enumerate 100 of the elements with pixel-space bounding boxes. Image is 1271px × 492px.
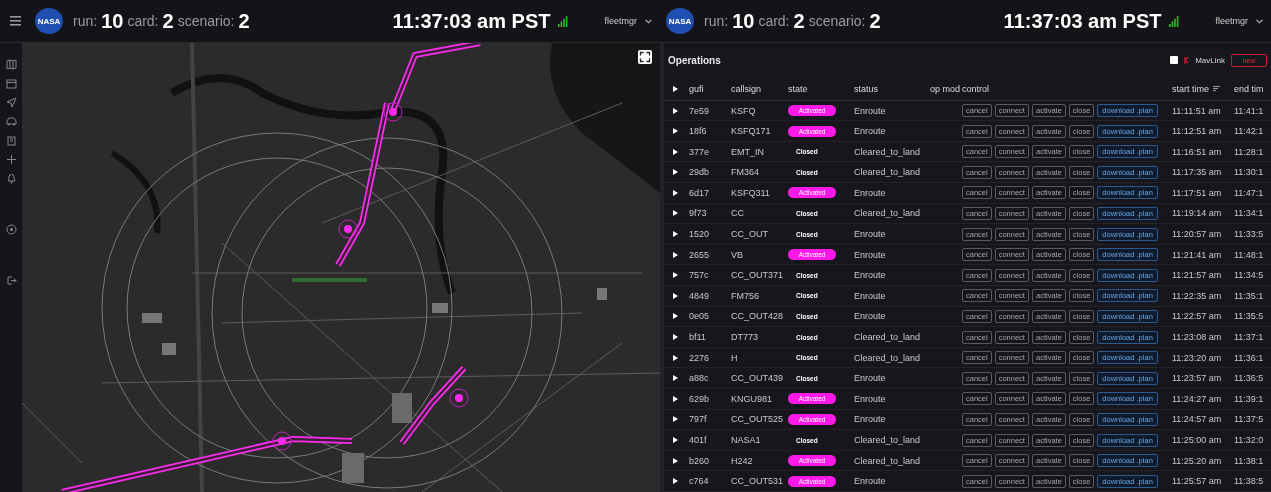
expand-icon[interactable]: [673, 189, 678, 196]
menu-icon[interactable]: [10, 16, 21, 26]
header-value: 10: [732, 9, 755, 33]
table-cell-text: 11:23:08 am: [1172, 332, 1223, 343]
caret-icon[interactable]: [1256, 18, 1263, 24]
header-value: 2: [793, 9, 805, 33]
expand-icon[interactable]: [673, 334, 678, 341]
table-cell-text: 797f: [689, 414, 708, 425]
expand-icon[interactable]: [673, 292, 678, 299]
logout-icon[interactable]: [5, 275, 17, 286]
sort-icon[interactable]: [1213, 86, 1220, 92]
column-header[interactable]: start time: [1172, 83, 1209, 94]
expand-icon[interactable]: [673, 231, 678, 238]
logo: NASA: [35, 8, 63, 34]
table-cell-text: Enroute: [854, 229, 887, 240]
table-cell-text: CC_OUT531: [731, 476, 785, 487]
table-cell-text: KSFQ: [731, 105, 757, 116]
column-header[interactable]: control: [962, 83, 1172, 94]
expand-icon[interactable]: [673, 148, 678, 155]
table-cell-text: 11:20:57 am: [1172, 229, 1223, 240]
table-cell-text: 11:21:41 am: [1172, 249, 1223, 260]
move-icon[interactable]: [5, 154, 17, 165]
table-cell-text: 11:36:1: [1234, 352, 1265, 363]
table-cell-text: CC_OUT371: [731, 270, 785, 281]
calendar-icon[interactable]: [5, 78, 17, 89]
expand-icon[interactable]: [673, 354, 678, 361]
table-cell-text: FM756: [731, 290, 760, 301]
table-cell-text: 11:28:1: [1234, 146, 1265, 157]
table-cell-text: DT773: [731, 332, 759, 343]
expand-icon[interactable]: [673, 416, 678, 423]
clock: 11:37:03 am PST: [392, 9, 551, 33]
expand-icon[interactable]: [673, 272, 678, 279]
caret-icon[interactable]: [645, 18, 652, 24]
table-cell-text: 377e: [689, 146, 711, 157]
expand-all-icon[interactable]: [673, 85, 678, 92]
column-header[interactable]: op mod: [929, 83, 960, 94]
table-cell-text: Cleared_to_land: [854, 352, 922, 363]
table-cell-text: Enroute: [854, 249, 887, 260]
header-label: scenario:: [177, 13, 235, 29]
expand-icon[interactable]: [673, 313, 678, 320]
expand-icon[interactable]: [673, 107, 678, 114]
bell-icon[interactable]: [5, 173, 17, 184]
table-cell-text: 11:12:51 am: [1172, 126, 1223, 137]
table-cell-text: KSFQ171: [731, 126, 772, 137]
header-value: 10: [101, 9, 124, 33]
expand-icon[interactable]: [673, 210, 678, 217]
table-cell-text: CC_OUT428: [731, 311, 785, 322]
map-drawing[interactable]: [22, 43, 660, 492]
table-cell-text: 11:41:1: [1234, 105, 1265, 116]
fullscreen-icon[interactable]: [638, 50, 652, 64]
signal-icon: [1169, 15, 1180, 27]
expand-icon[interactable]: [673, 128, 678, 135]
expand-icon[interactable]: [673, 251, 678, 258]
column-header[interactable]: callsign: [731, 83, 788, 94]
target-icon[interactable]: [5, 224, 17, 235]
table-cell-text: 11:19:14 am: [1172, 208, 1223, 219]
table-cell-text: 1520: [689, 229, 711, 240]
mavlink-checkbox[interactable]: [1170, 56, 1179, 65]
expand-icon[interactable]: [673, 395, 678, 402]
clock: 11:37:03 am PST: [1003, 9, 1162, 33]
expand-icon[interactable]: [673, 169, 678, 176]
table-cell-text: 11:25:00 am: [1172, 435, 1223, 445]
table-cell-text: 7e59: [689, 105, 711, 116]
table-cell-text: 11:17:35 am: [1172, 167, 1223, 178]
table-cell-text: 11:42:1: [1234, 126, 1265, 137]
table-cell-text: Cleared_to_land: [854, 208, 922, 219]
car-icon[interactable]: [5, 116, 17, 127]
user-menu[interactable]: fleetmgr: [1215, 16, 1248, 26]
expand-icon[interactable]: [673, 457, 678, 464]
expand-icon[interactable]: [673, 375, 678, 382]
table-cell-text: 2655: [689, 249, 711, 260]
table-cell-text: NASA1: [731, 435, 762, 445]
column-header[interactable]: state: [788, 83, 854, 94]
table-cell-text: H: [731, 352, 739, 363]
table-cell-text: Enroute: [854, 373, 887, 384]
table-cell-text: Cleared_to_land: [854, 167, 922, 178]
table-cell-text: 11:16:51 am: [1172, 146, 1223, 157]
table-cell-text: 11:30:1: [1234, 167, 1265, 178]
table-cell-text: Enroute: [854, 476, 887, 487]
table-cell-text: 11:11:51 am: [1172, 105, 1222, 116]
map-icon[interactable]: [5, 59, 17, 70]
table-cell-text: 11:23:20 am: [1172, 352, 1223, 363]
table-cell-text: 9f73: [689, 208, 708, 219]
table-cell-text: Enroute: [854, 311, 887, 322]
column-header[interactable]: gufi: [689, 83, 731, 94]
expand-icon[interactable]: [673, 437, 678, 443]
table-cell-text: 2276: [689, 352, 711, 363]
send-icon[interactable]: [5, 97, 17, 108]
expand-icon[interactable]: [673, 478, 678, 485]
table-cell-text: 11:24:27 am: [1172, 393, 1223, 404]
table-cell-text: 18f6: [689, 126, 708, 137]
column-header[interactable]: end tim: [1234, 83, 1271, 94]
table-cell-text: a88c: [689, 373, 710, 384]
table-cell-text: 401f: [689, 435, 708, 445]
table-cell-text: 11:37:5: [1234, 414, 1265, 425]
table-cell-text: Cleared_to_land: [854, 332, 922, 343]
table-cell-text: KSFQ311: [731, 187, 771, 198]
table-cell-text: Enroute: [854, 393, 887, 404]
user-menu[interactable]: fleetmgr: [604, 16, 637, 26]
table-cell-text: KNGU981: [731, 393, 774, 404]
